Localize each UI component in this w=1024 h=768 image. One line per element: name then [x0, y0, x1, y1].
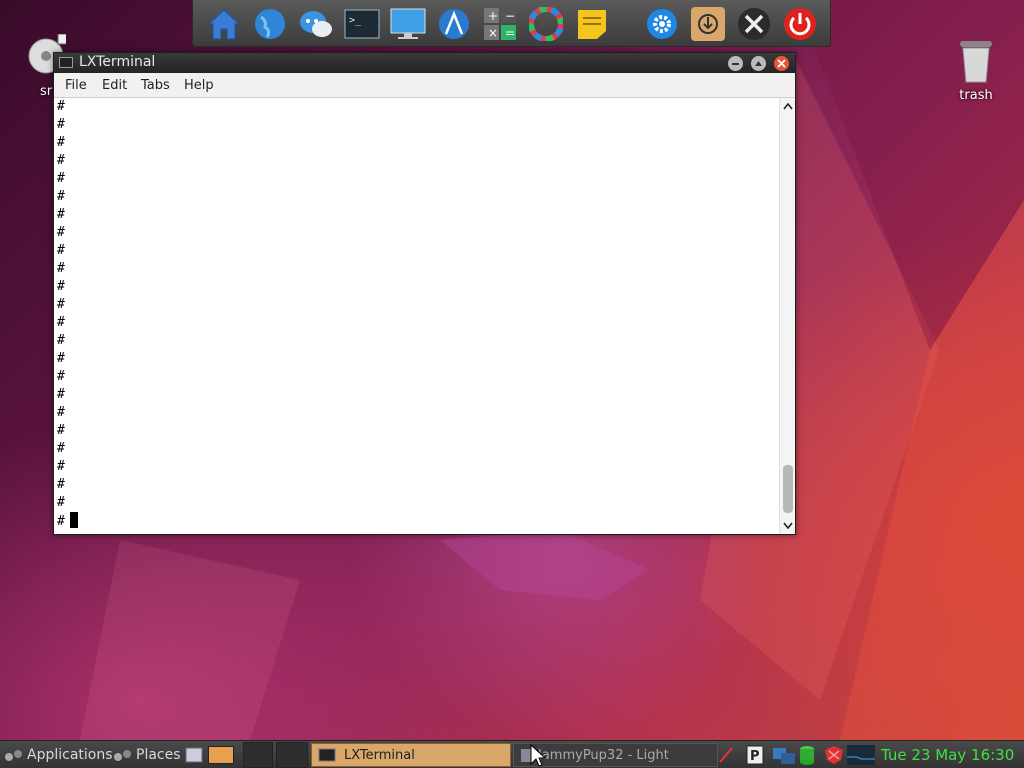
taskbar: Applications Places LXTerminal JammyPup3… [0, 740, 1024, 768]
terminal-output[interactable]: # # # # # # # # # # # # # # # # # # # # # # # # [54, 98, 779, 534]
home-icon[interactable] [205, 5, 243, 43]
color-wheel-icon[interactable] [527, 5, 565, 43]
menu-bar: File Edit Tabs Help [54, 73, 795, 98]
menu-help[interactable]: Help [184, 78, 214, 93]
menu-tabs[interactable]: Tabs [141, 78, 170, 93]
terminal-line: # [57, 243, 65, 258]
vector-icon[interactable] [435, 5, 473, 43]
applications-menu[interactable]: Applications [4, 741, 113, 768]
terminal-line: # [57, 279, 65, 294]
terminal-line: # [57, 512, 779, 530]
database-icon [800, 746, 814, 765]
terminal-icon[interactable]: >_ [343, 5, 381, 43]
terminal-window: LXTerminal File Edit Tabs Help # # # # # # # # #… [53, 52, 796, 535]
terminal-line: # [57, 351, 65, 366]
chat-icon[interactable] [297, 5, 335, 43]
terminal-line: # [57, 333, 65, 348]
calculator-icon[interactable]: + − × = [481, 5, 519, 43]
minimize-icon [732, 63, 739, 65]
menu-file[interactable]: File [65, 78, 87, 93]
places-menu[interactable]: Places [113, 741, 181, 768]
terminal-line: # [57, 405, 65, 420]
network-icon [773, 748, 795, 764]
tray-storage[interactable] [799, 741, 815, 768]
places-label: Places [136, 747, 181, 763]
terminal-line: # [57, 153, 65, 168]
terminal-line: # [57, 441, 65, 456]
task-lxterminal[interactable]: LXTerminal [311, 743, 511, 767]
terminal-line: # [57, 369, 65, 384]
install-icon[interactable] [689, 5, 727, 43]
shield-icon [825, 746, 843, 764]
terminal-line: # [57, 135, 65, 150]
close-icon [777, 59, 786, 68]
show-desktop-button[interactable] [185, 741, 203, 768]
monitor-icon[interactable] [389, 5, 427, 43]
terminal-line: # [57, 477, 65, 492]
workspace-2[interactable] [243, 741, 273, 768]
mouse-pointer-icon [530, 744, 546, 767]
minimize-button[interactable] [728, 56, 743, 71]
globe-icon[interactable] [251, 5, 289, 43]
terminal-line: # [57, 189, 65, 204]
workspace-1[interactable] [208, 741, 234, 768]
scrollbar-thumb[interactable] [783, 465, 793, 513]
terminal-line: # [57, 423, 65, 438]
tray-cpu-graph [847, 741, 875, 768]
trash-desktop-icon[interactable]: trash [950, 38, 1002, 103]
settings-icon[interactable] [643, 5, 681, 43]
trash-label: trash [959, 88, 993, 103]
svg-text:−: − [505, 9, 515, 23]
terminal-scrollbar[interactable] [779, 98, 795, 534]
desktop-icon [185, 747, 203, 763]
terminal-cursor [69, 512, 78, 528]
applications-label: Applications [27, 747, 113, 763]
tray-firewall[interactable] [824, 741, 844, 768]
window-titlebar[interactable]: LXTerminal [54, 53, 795, 73]
places-icon [114, 750, 131, 761]
terminal-line: # [57, 495, 65, 510]
terminal-line: # [57, 387, 65, 402]
maximize-icon [755, 61, 762, 66]
terminal-line: # [57, 315, 65, 330]
tray-pen[interactable] [718, 741, 734, 768]
terminal-line: # [57, 99, 65, 114]
svg-text:P: P [750, 749, 760, 764]
applications-icon [5, 750, 22, 761]
package-icon: P [746, 745, 764, 765]
tools-icon[interactable] [735, 5, 773, 43]
task-jammypup-label: JammyPup32 - Light [538, 747, 669, 763]
terminal-task-icon [318, 748, 336, 762]
window-title: LXTerminal [79, 54, 156, 70]
scroll-down-icon[interactable] [783, 522, 793, 530]
cpu-graph-icon [847, 745, 875, 765]
tray-network[interactable] [772, 741, 796, 768]
svg-text:>_: >_ [349, 15, 362, 26]
pen-icon [719, 747, 733, 763]
top-dock: >_ + − × = [192, 0, 831, 47]
svg-text:×: × [488, 26, 498, 40]
scroll-up-icon[interactable] [783, 102, 793, 110]
clock[interactable]: Tue 23 May 16:30 [881, 741, 1014, 768]
maximize-button[interactable] [751, 56, 766, 71]
close-button[interactable] [774, 56, 789, 71]
terminal-line: # [57, 297, 65, 312]
terminal-line: # [57, 207, 65, 222]
svg-text:+: + [488, 9, 498, 23]
svg-text:=: = [505, 26, 515, 40]
terminal-line: # [57, 459, 65, 474]
terminal-line: # [57, 171, 65, 186]
workspace-3[interactable] [276, 741, 308, 768]
menu-edit[interactable]: Edit [102, 78, 127, 93]
notes-icon[interactable] [573, 5, 611, 43]
power-icon[interactable] [781, 5, 819, 43]
terminal-app-icon [59, 57, 73, 68]
terminal-line: # [57, 261, 65, 276]
trash-icon [960, 41, 992, 83]
terminal-line: # [57, 117, 65, 132]
task-lxterminal-label: LXTerminal [344, 747, 415, 763]
terminal-line: # [57, 225, 65, 240]
tray-p[interactable]: P [746, 741, 764, 768]
